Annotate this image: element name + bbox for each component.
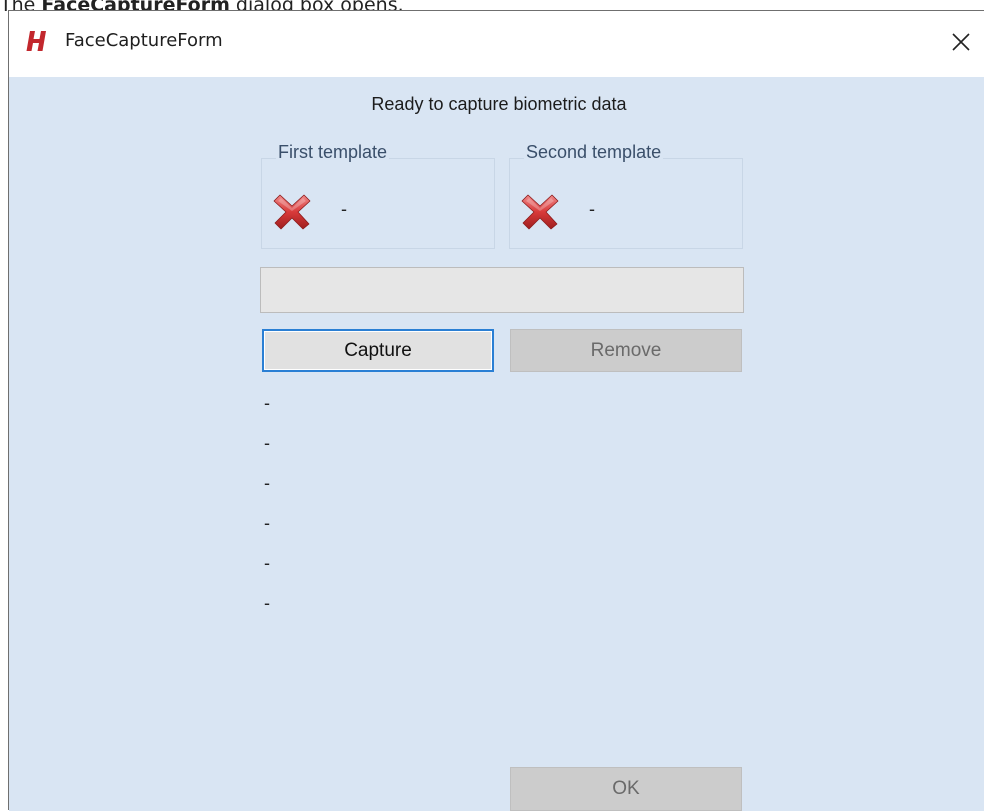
ok-button[interactable]: OK (510, 767, 742, 811)
second-template-title: Second template (524, 142, 664, 163)
info-line: - (264, 553, 270, 573)
capture-button[interactable]: Capture (262, 329, 494, 372)
face-capture-dialog: FaceCaptureForm Ready to capture biometr… (8, 10, 984, 811)
info-line: - (264, 593, 270, 613)
first-template-group: First template - (261, 142, 495, 249)
x-icon (273, 194, 311, 230)
info-line: - (264, 393, 270, 413)
dialog-client-area: Ready to capture biometric data First te… (9, 77, 984, 811)
close-icon (952, 33, 970, 51)
remove-button[interactable]: Remove (510, 329, 742, 372)
x-icon (521, 194, 559, 230)
capture-progress-bar (260, 267, 744, 313)
title-bar[interactable]: FaceCaptureForm (9, 11, 984, 77)
info-line: - (264, 513, 270, 533)
second-template-group: Second template - (509, 142, 743, 249)
info-line: - (264, 433, 270, 453)
first-template-title: First template (276, 142, 390, 163)
close-button[interactable] (938, 11, 984, 73)
window-title: FaceCaptureForm (65, 30, 223, 51)
first-template-value: - (341, 199, 347, 219)
info-line: - (264, 473, 270, 493)
second-template-value: - (589, 199, 595, 219)
status-label: Ready to capture biometric data (371, 94, 627, 114)
app-logo-icon (26, 31, 46, 51)
